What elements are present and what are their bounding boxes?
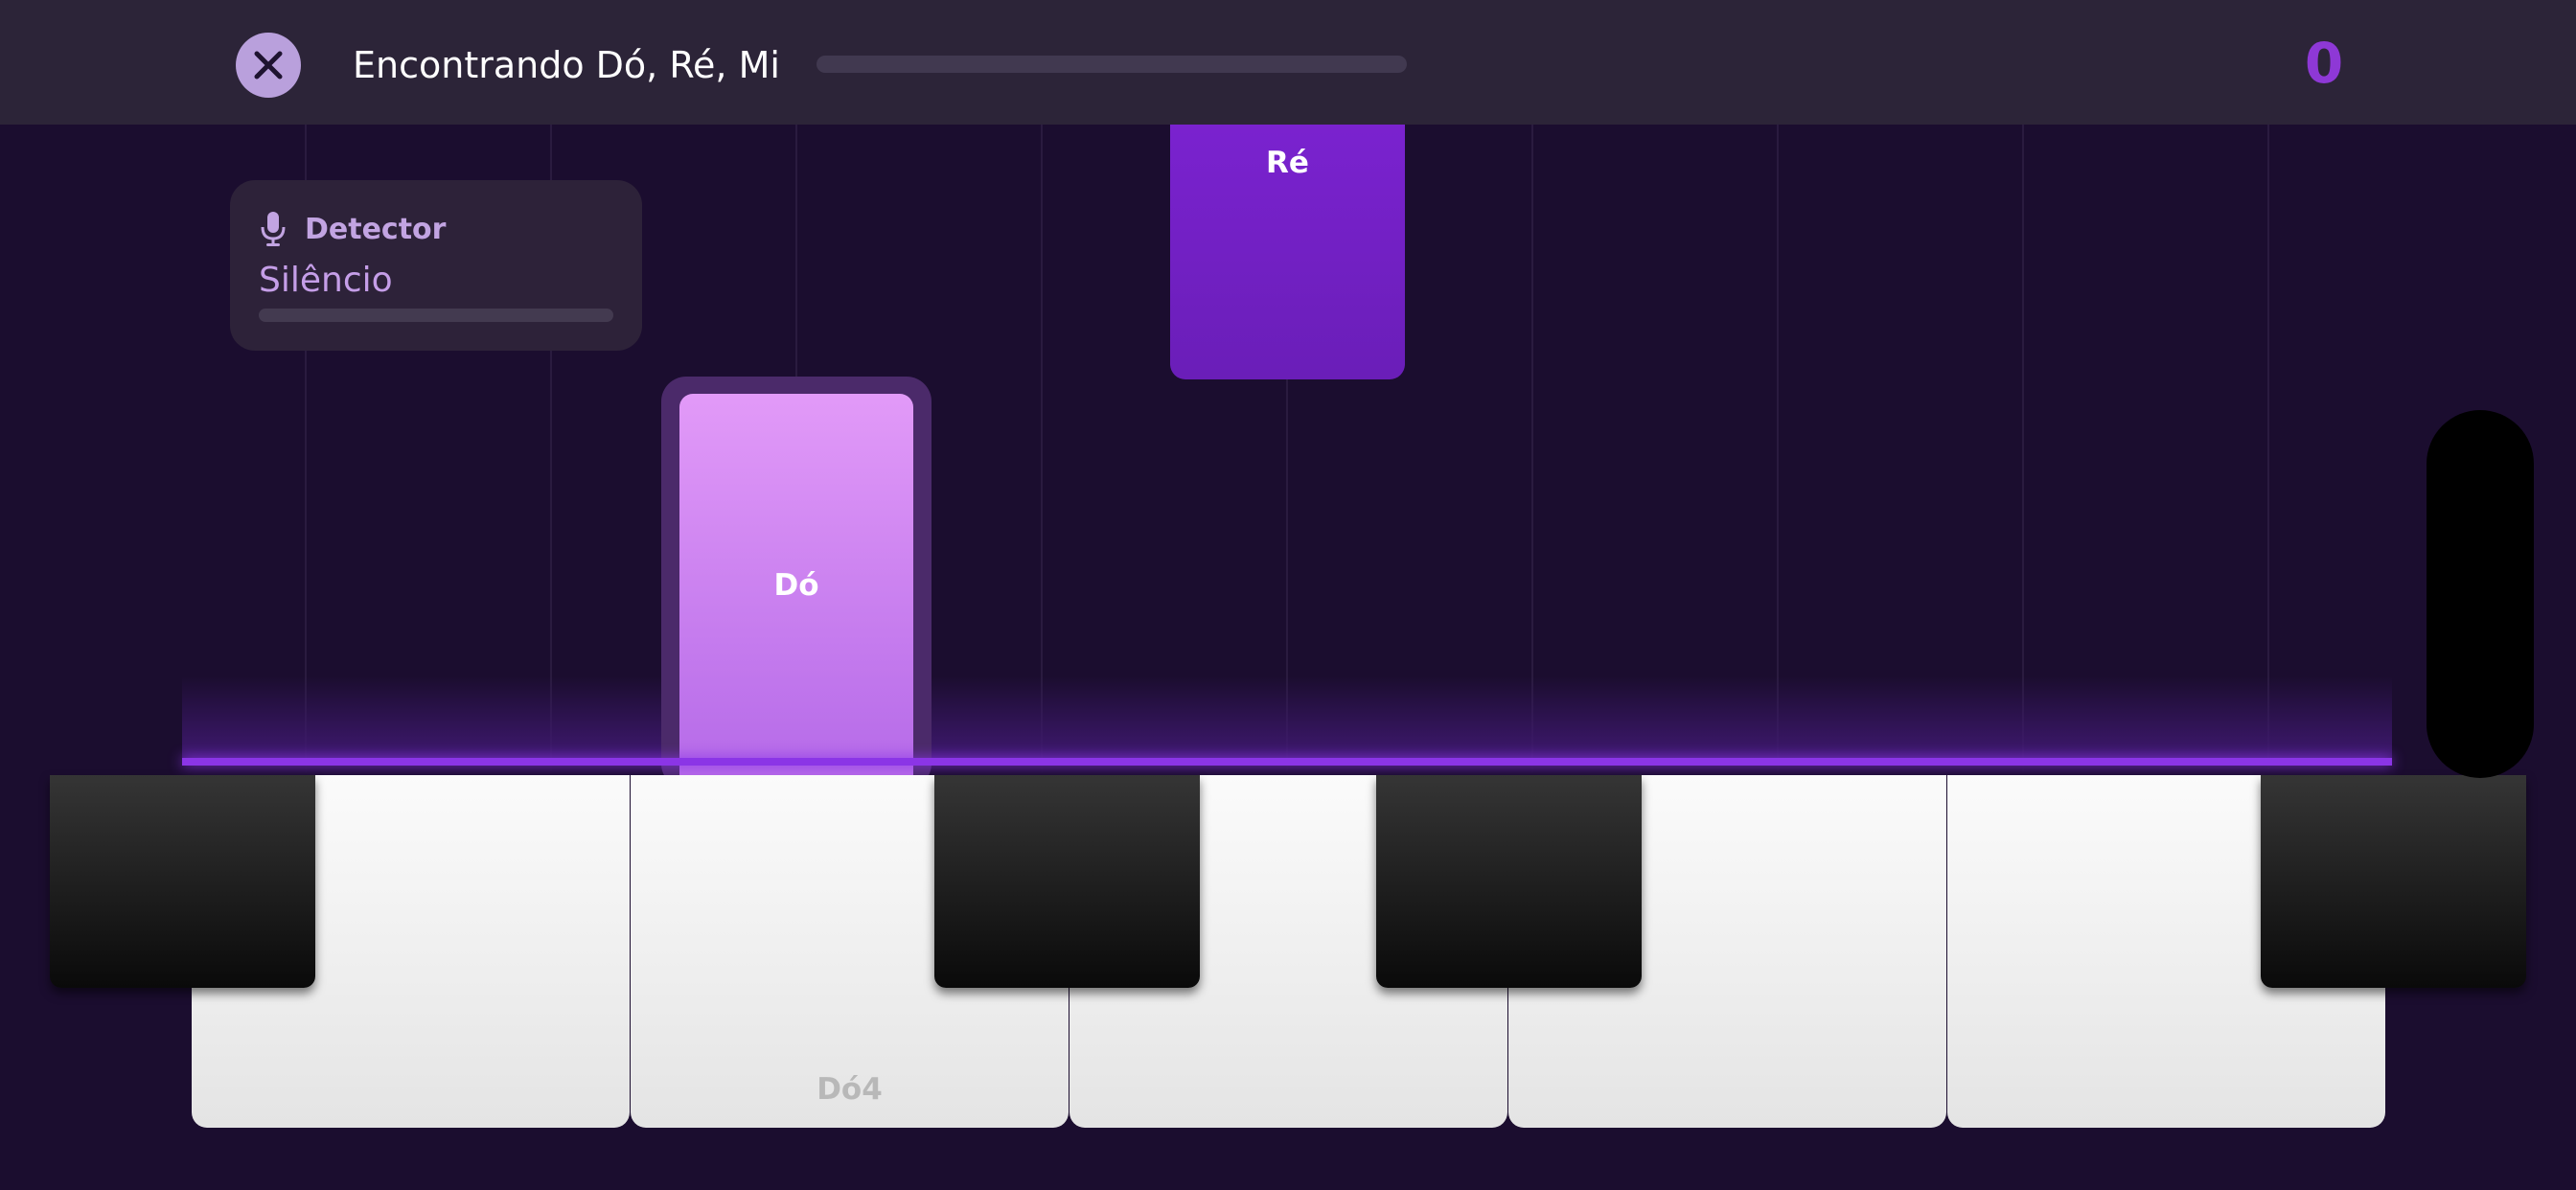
piano-black-key[interactable] — [2261, 775, 2526, 988]
side-pill — [2426, 410, 2534, 778]
pitch-detector-panel: Detector Silêncio — [230, 180, 642, 351]
piano-black-key[interactable] — [934, 775, 1200, 988]
note-label-re: Ré — [1266, 146, 1309, 180]
detector-title: Detector — [305, 213, 447, 246]
note-label-do: Dó — [773, 568, 819, 603]
microphone-icon — [261, 212, 286, 246]
falling-note-do: Dó — [679, 394, 913, 777]
piano-black-key[interactable] — [1376, 775, 1642, 988]
close-button[interactable] — [236, 33, 301, 98]
hit-zone-glow — [182, 676, 2392, 763]
detector-status: Silêncio — [259, 261, 393, 300]
lesson-title: Encontrando Dó, Ré, Mi — [353, 44, 780, 86]
close-icon — [254, 51, 283, 80]
piano-black-key[interactable] — [50, 775, 315, 988]
lesson-progress-bar — [816, 56, 1407, 73]
key-label: Dó4 — [816, 1072, 883, 1107]
falling-note-re: Ré — [1170, 125, 1405, 379]
top-bar: Encontrando Dó, Ré, Mi 0 — [0, 0, 2576, 125]
score: 0 — [2304, 31, 2344, 96]
detector-level-bar — [259, 309, 613, 322]
hit-line — [182, 758, 2392, 766]
